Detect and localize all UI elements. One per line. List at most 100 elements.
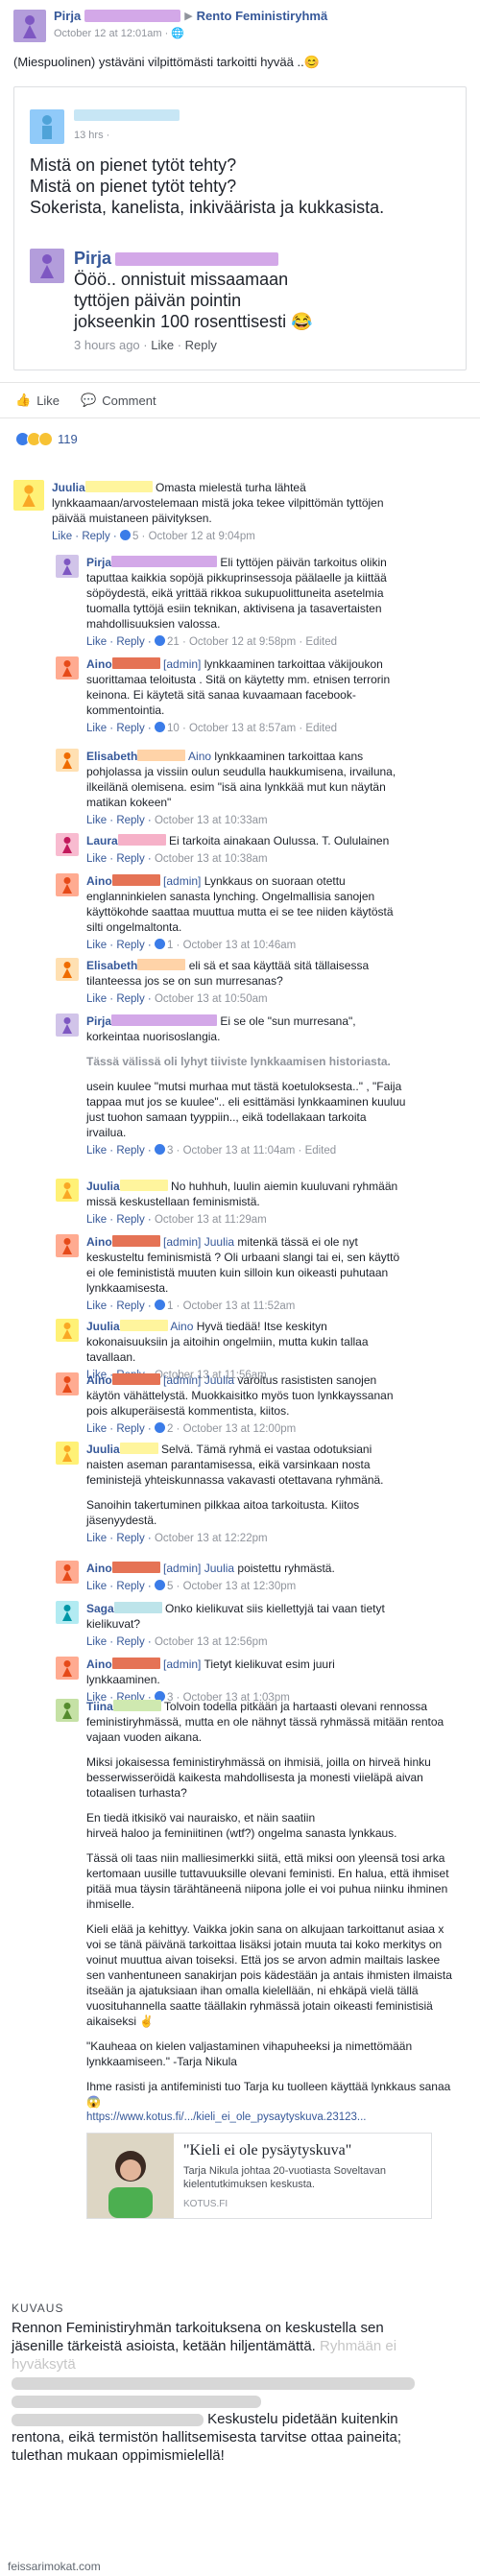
- comment-time[interactable]: · October 13 at 12:30pm: [177, 1581, 297, 1592]
- avatar[interactable]: [13, 10, 46, 42]
- comment-author[interactable]: Aino: [86, 1235, 112, 1249]
- post-time[interactable]: October 12 at 12:01am: [54, 28, 162, 39]
- avatar[interactable]: [56, 1319, 79, 1342]
- avatar[interactable]: [56, 1601, 79, 1624]
- like-count[interactable]: 21: [167, 636, 180, 648]
- comment-author[interactable]: Aino: [86, 874, 112, 888]
- link-preview-card[interactable]: "Kieli ei ole pysäytyskuva" Tarja Nikula …: [86, 2133, 432, 2219]
- comment-author[interactable]: Aino: [86, 1658, 112, 1671]
- like-icon: [119, 530, 131, 540]
- group-description: KUVAUS Rennon Feministiryhmän tarkoituks…: [0, 2292, 480, 2576]
- comment-author[interactable]: Pirja: [86, 1014, 111, 1028]
- like-button[interactable]: 👍 Like: [15, 393, 60, 408]
- like-count[interactable]: 5: [167, 1581, 173, 1592]
- comment-paragraph: Tässä oli taas niin malliesimerkki siitä…: [86, 1851, 449, 1911]
- comment-time[interactable]: · October 13 at 10:46am: [177, 940, 297, 951]
- like-icon: [154, 1144, 165, 1155]
- avatar[interactable]: [56, 1179, 79, 1202]
- comment-time[interactable]: · October 13 at 12:00pm: [177, 1423, 297, 1435]
- comment-like-reply[interactable]: Like · Reply ·: [86, 1581, 155, 1592]
- like-count[interactable]: 3: [167, 1145, 173, 1157]
- comment-author[interactable]: Aino: [86, 1562, 112, 1575]
- comment-like-reply[interactable]: Like · Reply ·: [86, 1533, 155, 1544]
- comment-author[interactable]: Aino: [86, 657, 112, 671]
- avatar[interactable]: [56, 555, 79, 578]
- comment-like-reply[interactable]: Like · Reply ·: [86, 723, 155, 734]
- comment-like-reply[interactable]: Like · Reply ·: [86, 853, 155, 865]
- mention-link[interactable]: Juulia: [204, 1235, 234, 1249]
- mention-link[interactable]: Aino: [170, 1320, 193, 1333]
- comment-like-reply[interactable]: Like · Reply ·: [86, 940, 155, 951]
- comment-author[interactable]: Juulia: [86, 1180, 120, 1193]
- redacted-name: [74, 109, 180, 121]
- comment-time[interactable]: October 13 at 10:50am: [155, 993, 268, 1005]
- post-author[interactable]: Pirja: [54, 9, 81, 23]
- comment-author[interactable]: Saga: [86, 1602, 114, 1615]
- comment-author[interactable]: Elisabeth: [86, 959, 137, 972]
- comment-like-reply[interactable]: Like · Reply ·: [86, 993, 155, 1005]
- shared-reply-reply: Reply: [184, 338, 217, 352]
- comment-author[interactable]: Tiina: [86, 1700, 113, 1713]
- comment-author[interactable]: Juulia: [86, 1443, 120, 1456]
- comment-like-reply[interactable]: Like · Reply ·: [86, 1300, 155, 1312]
- like-count[interactable]: 1: [167, 940, 173, 951]
- avatar[interactable]: [56, 1657, 79, 1680]
- wow-reaction-icon: [38, 432, 53, 446]
- like-count[interactable]: 1: [167, 1300, 173, 1312]
- comment-like-reply[interactable]: Like · Reply ·: [86, 1145, 155, 1157]
- mention-link[interactable]: Juulia: [204, 1562, 234, 1575]
- comment-author[interactable]: Laura: [86, 834, 118, 847]
- comment-author[interactable]: Juulia: [52, 481, 85, 494]
- redacted-name: [84, 481, 153, 492]
- comment-time[interactable]: October 13 at 10:38am: [155, 853, 268, 865]
- comment-author[interactable]: Elisabeth: [86, 750, 137, 763]
- mention-link[interactable]: Aino: [188, 750, 211, 763]
- like-count[interactable]: 10: [167, 723, 180, 734]
- comment-author[interactable]: Aino: [86, 1373, 112, 1387]
- comment-like-reply[interactable]: Like · Reply ·: [86, 1214, 155, 1226]
- redacted-name: [111, 1014, 218, 1026]
- comment-like-reply[interactable]: Like · Reply ·: [52, 531, 120, 542]
- comment-time[interactable]: · October 13 at 11:52am: [177, 1300, 296, 1312]
- comment-button[interactable]: 💬 Comment: [81, 393, 156, 408]
- avatar[interactable]: [56, 1014, 79, 1037]
- admin-badge: [admin]: [163, 657, 202, 671]
- like-count[interactable]: 5: [132, 531, 138, 542]
- comment-time[interactable]: October 13 at 10:33am: [155, 815, 268, 826]
- post-header: Pirja ▶ Rento Feministiryhmä October 12 …: [13, 9, 328, 42]
- avatar[interactable]: [56, 958, 79, 981]
- external-link[interactable]: https://www.kotus.fi/.../kieli_ei_ole_py…: [86, 2110, 461, 2125]
- avatar[interactable]: [56, 1234, 79, 1257]
- avatar[interactable]: [56, 1561, 79, 1584]
- like-icon: [154, 722, 165, 732]
- comment-time[interactable]: · October 13 at 11:04am · Edited: [177, 1145, 337, 1157]
- comment-time[interactable]: October 13 at 11:29am: [155, 1214, 267, 1226]
- comment-paragraph: Kieli elää ja kehittyy. Vaikka jokin san…: [86, 1922, 452, 2028]
- avatar[interactable]: [56, 1442, 79, 1465]
- comment-time[interactable]: · October 12 at 9:04pm: [142, 531, 255, 542]
- comment-time[interactable]: October 13 at 12:56pm: [155, 1636, 268, 1648]
- blurred-line: [12, 2395, 261, 2408]
- like-count[interactable]: 2: [167, 1423, 173, 1435]
- avatar[interactable]: [56, 833, 79, 856]
- reaction-summary[interactable]: 119: [15, 432, 78, 446]
- avatar[interactable]: [56, 656, 79, 680]
- comment-like-reply[interactable]: Like · Reply ·: [86, 1636, 155, 1648]
- avatar[interactable]: [13, 480, 44, 511]
- like-icon: [154, 635, 165, 646]
- post-text: (Miespuolinen) ystäväni vilpittömästi ta…: [13, 55, 320, 69]
- avatar[interactable]: [56, 1699, 79, 1722]
- avatar[interactable]: [56, 873, 79, 896]
- comment-author[interactable]: Pirja: [86, 556, 111, 569]
- group-name[interactable]: Rento Feministiryhmä: [197, 9, 328, 23]
- comment-like-reply[interactable]: Like · Reply ·: [86, 815, 155, 826]
- mention-link[interactable]: Juulia: [204, 1373, 234, 1387]
- avatar[interactable]: [56, 749, 79, 772]
- avatar[interactable]: [56, 1372, 79, 1395]
- comment-time[interactable]: · October 12 at 9:58pm · Edited: [182, 636, 337, 648]
- comment-time[interactable]: · October 13 at 8:57am · Edited: [182, 723, 337, 734]
- comment-like-reply[interactable]: Like · Reply ·: [86, 636, 155, 648]
- comment-author[interactable]: Juulia: [86, 1320, 120, 1333]
- comment-time[interactable]: October 13 at 12:22pm: [155, 1533, 268, 1544]
- comment-like-reply[interactable]: Like · Reply ·: [86, 1423, 155, 1435]
